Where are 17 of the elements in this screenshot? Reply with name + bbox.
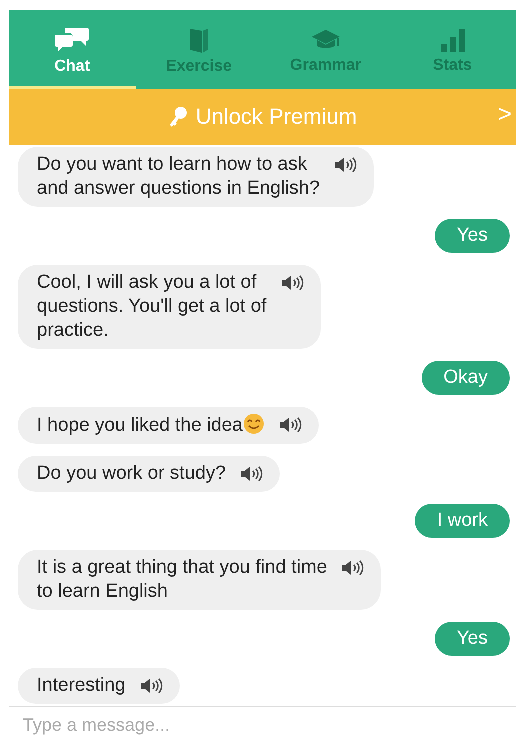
user-reply-bubble: Yes <box>435 622 510 656</box>
user-reply-bubble: Okay <box>422 361 510 395</box>
key-icon <box>168 106 188 128</box>
book-icon <box>188 26 210 52</box>
bar-chart-icon <box>440 28 466 52</box>
message-text: Do you want to learn how to ask and answer questions in English? <box>37 153 320 201</box>
message-text: I hope you liked the idea <box>37 413 265 438</box>
user-reply-bubble: Yes <box>435 219 510 253</box>
message-text: Cool, I will ask you a lot of questions. You'll get a lot of practice. <box>37 271 267 343</box>
user-reply-bubble: I work <box>415 504 510 538</box>
message-input[interactable]: Type a message... <box>9 707 437 744</box>
message-text: Interesting <box>37 674 126 698</box>
message-text: It is a great thing that you find time to learn English <box>37 556 328 604</box>
unlock-premium-banner[interactable]: Unlock Premium > <box>9 89 516 145</box>
chevron-right[interactable]: > <box>498 101 512 129</box>
message-text: Do you work or study? <box>37 462 226 486</box>
chat-bubbles-icon <box>55 26 90 52</box>
